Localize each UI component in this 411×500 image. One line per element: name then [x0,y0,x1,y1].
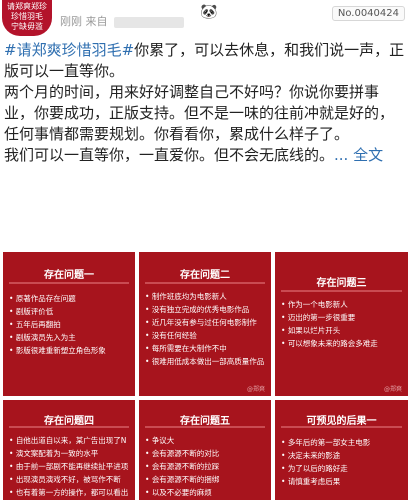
panda-icon: 🐼 [200,4,218,20]
tile-list: 多年后的第一部女主电影 决定未来的影途 为了以后的路好走 请慎重考虑后果 [281,436,404,488]
tile-title: 存在问题五 [180,416,230,427]
title-divider [281,426,402,428]
list-item: 每所需要在大制作不中 [145,342,267,355]
paragraph-3: 我们可以一直等你，一直爱你。但不会无底线的。... 全文 [4,145,408,166]
image-tile-1[interactable]: 存在问题一 原著作品存在问题 剧版评价低 五年后再翻拍 剧版演员先入为主 影版很… [3,252,135,396]
list-item: 如果以烂片开头 [281,324,404,337]
tile-list: 制作班底均为电影新人 没有独立完成的优秀电影作品 近几年没有参与过任何电影制作 … [145,290,267,368]
title-divider [9,282,129,284]
list-item: 五年后再翻拍 [9,318,131,331]
paragraph-2: 两个月的时间，用来好好调整自己不好吗？你说你要拼事业，你要成功，正版支持。但不是… [4,83,395,143]
list-item: 出现演员演戏不好，被骂作不断 [9,473,131,486]
list-item: 多年后的第一部女主电影 [281,436,404,449]
image-tile-4[interactable]: 存在问题四 自他出道自以来，某广告出现了N 演文案配着为一致的水平 由于前一部剧… [3,400,135,500]
avatar[interactable]: 请郑爽郑珍 珍惜羽毛 宁缺毋滥 [2,0,52,36]
list-item: 会有源源不断的捆绑 [145,473,267,486]
image-tile-5[interactable]: 存在问题五 争议大 会有源源不断的对比 会有源源不断的拉踩 会有源源不断的捆绑 … [139,400,271,500]
list-item: 也有着第一方的操作，都可以看出 [9,486,131,499]
list-item: 会有源源不断的拉踩 [145,460,267,473]
tile-list: 作为一个电影新人 迈出的第一步很重要 如果以烂片开头 可以想象未来的路会多难走 [281,298,404,350]
title-divider [9,426,129,428]
paragraph-1: #请郑爽珍惜羽毛#你累了，可以去休息，和我们说一声，正版可以一直等你。 [4,40,408,82]
tile-title: 可预见的后果一 [306,416,377,427]
post-header: 请郑爽郑珍 珍惜羽毛 宁缺毋滥 刚刚 来自 🐼 No.0040424 [0,0,411,38]
list-item: 迈出的第一步很重要 [281,311,404,324]
list-item: 为了以后的路好走 [281,462,404,475]
paragraph-3-text: 我们可以一直等你，一直爱你。但不会无底线的。 [4,146,335,164]
list-item: 剧版演员先入为主 [9,331,131,344]
list-item: 由于前一部剧不能再继续扯平进项 [9,460,131,473]
list-item: 很难用低成本做出一部高质量作品 [145,355,267,368]
list-item: 没有独立完成的优秀电影作品 [145,303,267,316]
tile-list: 原著作品存在问题 剧版评价低 五年后再翻拍 剧版演员先入为主 影版很难重新塑立角… [9,292,131,357]
list-item: 作为一个电影新人 [281,298,404,311]
avatar-line-3: 宁缺毋滥 [11,22,43,31]
list-item: 可以想象未来的路会多难走 [281,337,404,350]
list-item: 请慎重考虑后果 [281,475,404,488]
list-item: 制作班底均为电影新人 [145,290,267,303]
list-item: 会有源源不断的对比 [145,447,267,460]
image-tile-6[interactable]: 可预见的后果一 多年后的第一部女主电影 决定未来的影途 为了以后的路好走 请慎重… [275,400,408,500]
tile-title: 存在问题四 [44,416,94,427]
list-item: 争议大 [145,434,267,447]
tile-title: 存在问题二 [180,270,230,281]
image-grid: 存在问题一 原著作品存在问题 剧版评价低 五年后再翻拍 剧版演员先入为主 影版很… [3,252,408,500]
image-tile-2[interactable]: 存在问题二 制作班底均为电影新人 没有独立完成的优秀电影作品 近几年没有参与过任… [139,252,271,396]
list-item: 决定未来的影途 [281,449,404,462]
list-item: 以及不必要的麻烦 [145,486,267,499]
blurred-source [113,16,184,28]
avatar-line-1: 请郑爽郑珍 [7,2,47,11]
tile-title: 存在问题三 [316,278,367,289]
post-id-badge: No.0040424 [331,6,405,21]
title-divider [281,290,402,292]
watermark: @郑爽 [246,386,265,393]
avatar-line-2: 珍惜羽毛 [11,12,43,21]
post-meta: 刚刚 来自 [60,13,184,29]
tile-list: 自他出道自以来，某广告出现了N 演文案配着为一致的水平 由于前一部剧不能再继续扯… [9,434,131,499]
image-tile-3[interactable]: 存在问题三 作为一个电影新人 迈出的第一步很重要 如果以烂片开头 可以想象未来的… [275,252,408,396]
list-item: 演文案配着为一致的水平 [9,447,131,460]
post-time: 刚刚 [60,15,82,28]
post-text: #请郑爽珍惜羽毛#你累了，可以去休息，和我们说一声，正版可以一直等你。 两个月的… [4,40,408,166]
read-more-link[interactable]: ... 全文 [334,146,383,164]
list-item: 剧版评价低 [9,305,131,318]
list-item: 近几年没有参与过任何电影制作 [145,316,267,329]
title-divider [145,282,265,284]
tile-list: 争议大 会有源源不断的对比 会有源源不断的拉踩 会有源源不断的捆绑 以及不必要的… [145,434,267,499]
tile-title: 存在问题一 [44,270,94,281]
watermark: @郑爽 [383,386,402,393]
source-prefix: 来自 [85,15,108,28]
list-item: 影版很难重新塑立角色形象 [9,344,131,357]
list-item: 没有任何经验 [145,329,267,342]
list-item: 自他出道自以来，某广告出现了N [9,434,131,447]
list-item: 原著作品存在问题 [9,292,131,305]
title-divider [145,426,265,428]
hashtag-link[interactable]: #请郑爽珍惜羽毛# [4,41,134,59]
